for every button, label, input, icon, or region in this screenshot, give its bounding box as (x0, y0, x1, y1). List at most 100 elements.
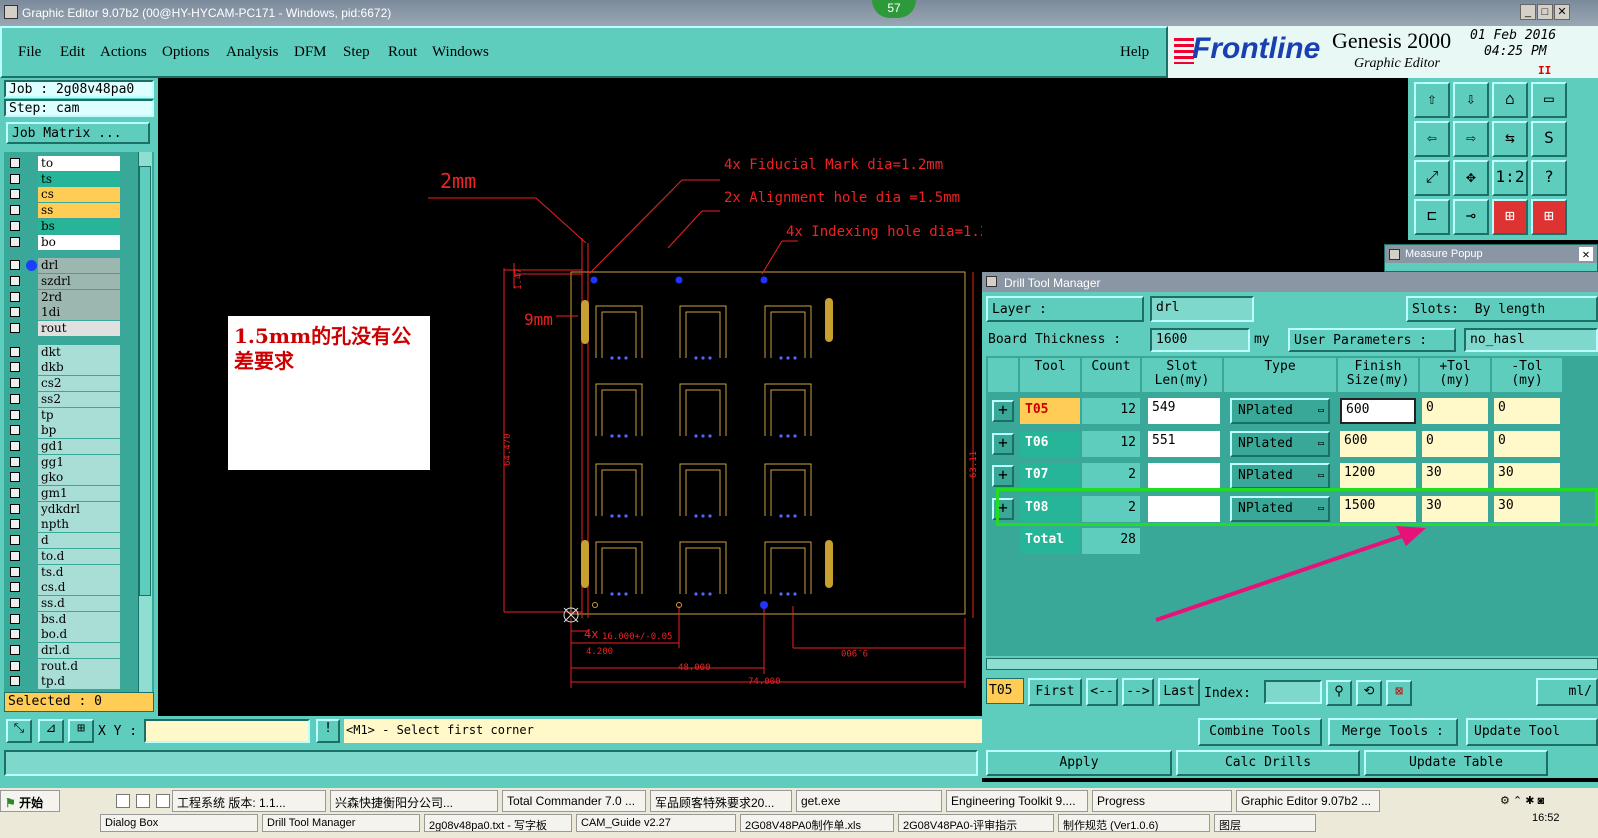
minimize-button[interactable]: _ (1520, 4, 1536, 20)
layer-checkbox[interactable] (10, 220, 20, 231)
layer-row-bo[interactable]: bo (6, 234, 122, 250)
ruler-icon[interactable]: ⊏ (1414, 199, 1450, 235)
taskbar-item[interactable]: Engineering Toolkit 9.... (946, 790, 1088, 812)
taskbar-item[interactable]: 2g08v48pa0.txt - 写字板 (424, 814, 572, 832)
update-tool-button[interactable]: Update Tool (1466, 718, 1598, 746)
taskbar-item[interactable]: CAM_Guide v2.27 (576, 814, 736, 832)
layer-row-to[interactable]: to (6, 156, 122, 171)
type-select[interactable]: NPlated ▭ (1230, 463, 1330, 489)
finish-size-input[interactable]: 1200 (1340, 463, 1416, 489)
layer-row-ss.d[interactable]: ss.d (6, 595, 122, 611)
layer-checkbox[interactable] (10, 158, 20, 168)
taskbar-item[interactable]: Drill Tool Manager (262, 814, 420, 832)
job-matrix-button[interactable]: Job Matrix ... (6, 122, 150, 144)
layer-row-tp[interactable]: tp (6, 407, 122, 423)
layer-row-1di[interactable]: 1di (6, 305, 122, 321)
layer-checkbox[interactable] (10, 535, 20, 546)
layer-checkbox[interactable] (10, 550, 20, 561)
layer-checkbox[interactable] (10, 307, 20, 318)
layer-checkbox[interactable] (10, 676, 20, 687)
menu-analysis[interactable]: Analysis (226, 44, 279, 61)
delete-icon[interactable]: ⊠ (1386, 680, 1412, 706)
taskbar-item[interactable]: 图层 (1214, 814, 1316, 832)
snake-icon[interactable]: S (1531, 121, 1567, 157)
minus-tol-input[interactable]: 30 (1494, 463, 1560, 489)
plus-tol-input[interactable]: 30 (1422, 463, 1488, 489)
layer-list-scrollbar[interactable] (138, 152, 152, 692)
pause-icon[interactable]: II (1538, 64, 1551, 77)
layer-row-ydkdrl[interactable]: ydkdrl (6, 501, 122, 517)
graphic-canvas[interactable]: 2mm 9mm 4x Fiducial Mark dia=1.2mm 2x Al… (158, 78, 982, 716)
tray-icons[interactable]: ⚙ ⌃ ✱ ◙ (1500, 794, 1544, 807)
layer-checkbox[interactable] (10, 346, 20, 357)
menu-edit[interactable]: Edit (60, 44, 85, 61)
taskbar-item[interactable]: Total Commander 7.0 ... (502, 790, 646, 812)
layer-checkbox[interactable] (10, 660, 20, 671)
layer-checkbox[interactable] (10, 472, 20, 483)
taskbar-item[interactable]: get.exe (796, 790, 942, 812)
slot-length-input[interactable] (1148, 463, 1220, 489)
menu-rout[interactable]: Rout (388, 44, 417, 61)
layer-checkbox[interactable] (10, 629, 20, 640)
layer-checkbox[interactable] (10, 440, 20, 451)
merge-tools-button[interactable]: Merge Tools : (1328, 718, 1458, 746)
taskbar-item[interactable]: 制作规范 (Ver1.0.6) (1058, 814, 1210, 832)
text-icon[interactable] (156, 794, 170, 808)
taskbar-item[interactable]: Dialog Box (100, 814, 258, 832)
layer-checkbox[interactable] (10, 393, 20, 404)
zoom-fit-icon[interactable]: ⤡ (6, 719, 32, 743)
menu-help-label[interactable]: Help (1120, 44, 1149, 61)
refresh-icon[interactable]: ⟲ (1356, 680, 1382, 706)
layer-row-bs[interactable]: bs (6, 218, 122, 234)
slots-field[interactable]: Slots: By length (1406, 296, 1598, 322)
layer-checkbox[interactable] (10, 260, 20, 271)
layer-checkbox[interactable] (10, 488, 20, 498)
alert-icon[interactable]: ! (316, 719, 340, 743)
calc-drills-button[interactable]: Calc Drills (1176, 750, 1360, 776)
layer-row-cs2[interactable]: cs2 (6, 376, 122, 392)
row-select-icon[interactable]: + (992, 465, 1014, 487)
menu-step[interactable]: Step (343, 44, 370, 61)
bulb-icon[interactable]: ⚲ (1326, 680, 1352, 706)
thickness-input[interactable]: 1600 (1150, 328, 1250, 352)
taskbar-item[interactable]: 军品顾客特殊要求20... (650, 790, 792, 812)
layer-checkbox[interactable] (10, 613, 20, 624)
scale-icon[interactable]: 1:2 (1492, 160, 1528, 196)
layer-row-rout[interactable]: rout (6, 321, 122, 336)
layer-row-bo.d[interactable]: bo.d (6, 627, 122, 643)
next-button[interactable]: --> (1122, 678, 1154, 706)
left-icon[interactable]: ⇦ (1414, 121, 1450, 157)
layer-checkbox[interactable] (10, 362, 20, 373)
plus-tol-input[interactable]: 0 (1422, 430, 1488, 457)
layer-checkbox[interactable] (10, 189, 20, 200)
layer-row-cs.d[interactable]: cs.d (6, 580, 122, 596)
layer-checkbox[interactable] (10, 645, 20, 655)
slot-length-input[interactable]: 551 (1148, 430, 1220, 457)
layer-checkbox[interactable] (10, 378, 20, 389)
layer-row-npth[interactable]: npth (6, 517, 122, 533)
layer-checkbox[interactable] (10, 275, 20, 286)
layer-checkbox[interactable] (10, 323, 20, 333)
layer-checkbox[interactable] (10, 425, 20, 436)
taskbar-item[interactable]: Graphic Editor 9.07b2 ... (1236, 790, 1380, 812)
window-icon[interactable]: ▭ (1531, 82, 1567, 118)
layer-row-to.d[interactable]: to.d (6, 548, 122, 564)
layer-row-rout.d[interactable]: rout.d (6, 658, 122, 674)
layer-row-szdrl[interactable]: szdrl (6, 273, 122, 289)
drill-red-icon[interactable]: ⊞ (1492, 199, 1528, 235)
row-select-icon[interactable]: + (992, 432, 1014, 455)
layer-row-ss2[interactable]: ss2 (6, 391, 122, 407)
layer-checkbox[interactable] (10, 519, 20, 530)
layer-checkbox[interactable] (10, 173, 20, 184)
row-select-icon[interactable]: + (992, 400, 1014, 422)
help-icon[interactable]: ? (1531, 160, 1567, 196)
layer-checkbox[interactable] (10, 456, 20, 467)
minus-tol-input[interactable]: 0 (1494, 398, 1560, 424)
drill-red2-icon[interactable]: ⊞ (1531, 199, 1567, 235)
layer-row-gd1[interactable]: gd1 (6, 438, 122, 454)
layer-checkbox[interactable] (10, 205, 20, 216)
menu-dfm[interactable]: DFM (294, 44, 327, 61)
layer-row-2rd[interactable]: 2rd (6, 289, 122, 305)
layer-checkbox[interactable] (10, 566, 20, 577)
layer-row-tp.d[interactable]: tp.d (6, 674, 122, 690)
